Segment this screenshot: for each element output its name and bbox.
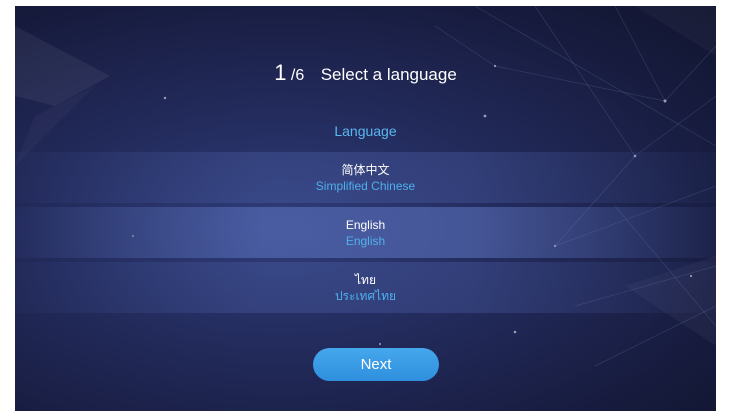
section-label: Language: [334, 123, 397, 139]
language-native-name: ไทย: [355, 272, 376, 287]
page-header: 1 /6 Select a language: [15, 60, 716, 86]
language-option-chinese[interactable]: 简体中文 Simplified Chinese: [15, 152, 716, 203]
step-current: 1: [274, 60, 287, 85]
language-list: 简体中文 Simplified Chinese English English …: [15, 152, 716, 317]
language-option-english[interactable]: English English: [15, 207, 716, 258]
language-native-name: English: [345, 217, 386, 232]
language-subtitle: Simplified Chinese: [315, 178, 416, 193]
next-button[interactable]: Next: [313, 348, 439, 381]
setup-screen: 1 /6 Select a language Language 简体中文 Sim…: [15, 6, 716, 411]
language-subtitle: English: [345, 233, 386, 248]
language-option-thai[interactable]: ไทย ประเทศไทย: [15, 262, 716, 313]
language-native-name: 简体中文: [341, 162, 390, 177]
page-title: Select a language: [320, 65, 457, 84]
language-subtitle: ประเทศไทย: [334, 288, 397, 303]
step-total: /6: [290, 67, 305, 84]
